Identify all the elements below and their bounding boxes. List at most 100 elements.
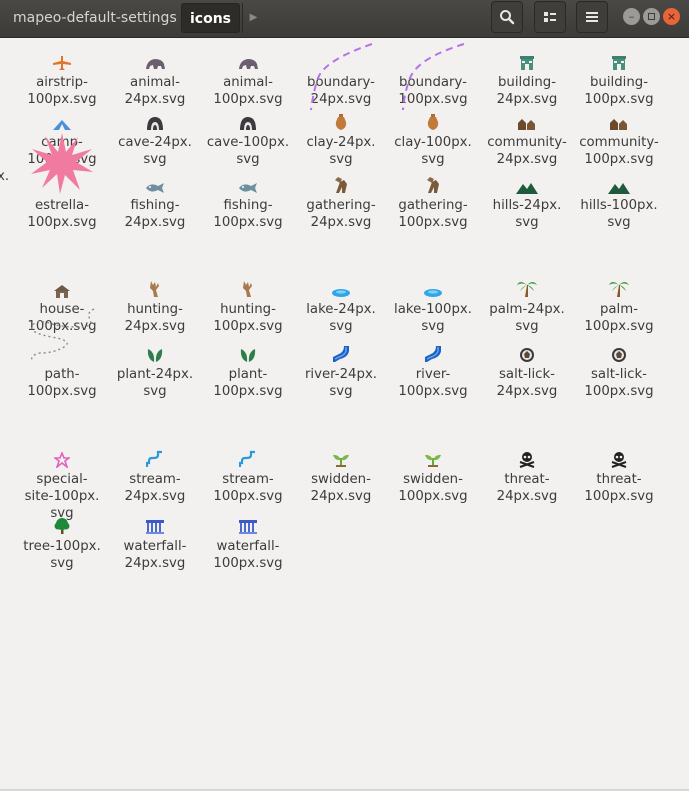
file-name-label: hills-24px. svg — [492, 198, 562, 230]
house-icon-graphic — [54, 285, 70, 298]
file-name-label: estrella- 100px.svg — [27, 198, 97, 230]
file-item[interactable]: swidden- 24px.svg — [295, 446, 387, 505]
menu-button[interactable] — [576, 1, 608, 33]
file-item[interactable]: hunting- 24px.svg — [109, 276, 201, 335]
lake-icon-graphic — [332, 289, 350, 297]
salt-lick-icon — [573, 341, 665, 363]
file-name-label: waterfall- 100px.svg — [213, 539, 283, 571]
plant-icon-graphic — [240, 349, 256, 362]
fishing-icon — [202, 172, 294, 194]
lake-icon — [295, 276, 387, 298]
file-item[interactable]: special- site-100px. svg — [16, 446, 108, 522]
file-name-label: threat- 100px.svg — [584, 472, 654, 504]
minimize-icon: – — [628, 10, 635, 23]
file-name-label: hunting- 24px.svg — [124, 302, 186, 334]
file-item[interactable]: lake-100px. svg — [387, 276, 479, 335]
file-name-label: river-24px. svg — [304, 367, 378, 399]
file-grid: airstrip- 100px.svg animal- 24px.svg anima… — [0, 38, 689, 791]
gathering-icon — [295, 172, 387, 194]
tree-icon — [16, 513, 108, 535]
file-item[interactable]: fishing- 24px.svg — [109, 172, 201, 231]
partial-label-left[interactable]: . — [0, 443, 1, 458]
file-item[interactable]: stream- 100px.svg — [202, 446, 294, 505]
file-name-label: fishing- 100px.svg — [213, 198, 283, 230]
hills-icon-graphic — [516, 183, 538, 194]
file-name-label: salt-lick- 24px.svg — [496, 367, 558, 399]
file-item[interactable]: waterfall- 100px.svg — [202, 513, 294, 572]
file-item[interactable]: swidden- 100px.svg — [387, 446, 479, 505]
close-icon: × — [666, 10, 677, 23]
salt-lick-icon-graphic — [612, 348, 626, 362]
file-item[interactable]: river- 100px.svg — [387, 341, 479, 400]
file-name-label: lake-24px. svg — [306, 302, 376, 334]
file-item[interactable]: palm- 100px.svg — [573, 276, 665, 335]
stream-icon — [109, 446, 201, 468]
file-item[interactable]: salt-lick- 24px.svg — [481, 341, 573, 400]
path-icon-graphic — [30, 308, 95, 362]
file-item[interactable]: gathering- 24px.svg — [295, 172, 387, 231]
file-name-label: swidden- 24px.svg — [310, 472, 372, 504]
file-name-label: hunting- 100px.svg — [213, 302, 283, 334]
special-site-icon — [16, 446, 108, 468]
file-name-label: salt-lick- 100px.svg — [584, 367, 654, 399]
file-name-label: cave-100px. svg — [206, 135, 290, 167]
tree-icon-graphic — [54, 518, 70, 534]
file-item[interactable]: plant- 100px.svg — [202, 341, 294, 400]
river-icon-graphic — [333, 346, 349, 362]
file-item[interactable]: fishing- 100px.svg — [202, 172, 294, 231]
river-icon-graphic — [425, 346, 441, 362]
file-item[interactable]: plant-24px. svg — [109, 341, 201, 400]
gathering-icon-graphic — [427, 177, 439, 193]
hunting-icon — [202, 276, 294, 298]
file-item[interactable]: path- 100px.svg — [16, 301, 108, 400]
hunting-icon-graphic — [150, 281, 159, 297]
file-item[interactable]: waterfall- 24px.svg — [109, 513, 201, 572]
gathering-icon — [387, 172, 479, 194]
file-item[interactable]: hunting- 100px.svg — [202, 276, 294, 335]
swidden-icon — [295, 446, 387, 468]
estrella-icon-graphic — [31, 133, 93, 194]
palm-icon-graphic — [609, 282, 629, 297]
file-item[interactable]: palm-24px. svg — [481, 276, 573, 335]
search-button[interactable] — [491, 1, 523, 33]
partial-label-left[interactable]: x. — [0, 169, 9, 184]
file-item[interactable]: lake-24px. svg — [295, 276, 387, 335]
salt-lick-icon-graphic — [520, 348, 534, 362]
file-name-label: plant- 100px.svg — [213, 367, 283, 399]
file-name-label: stream- 24px.svg — [124, 472, 186, 504]
file-name-label: plant-24px. svg — [116, 367, 194, 399]
file-item[interactable]: hills-24px. svg — [481, 172, 573, 231]
hunting-icon-graphic — [243, 281, 252, 297]
file-item[interactable]: hills-100px. svg — [573, 172, 665, 231]
house-icon — [16, 276, 108, 298]
maximize-window-button[interactable] — [643, 8, 660, 25]
fishing-icon-graphic — [146, 183, 164, 193]
breadcrumb-next-button[interactable]: ▶ — [242, 3, 264, 33]
file-name-label: stream- 100px.svg — [213, 472, 283, 504]
breadcrumb-parent[interactable]: mapeo-default-settings — [0, 3, 180, 33]
file-item[interactable]: salt-lick- 100px.svg — [573, 341, 665, 400]
plant-icon — [202, 341, 294, 363]
file-item[interactable]: threat- 24px.svg — [481, 446, 573, 505]
threat-icon-graphic — [519, 452, 535, 468]
file-item[interactable]: gathering- 100px.svg — [387, 172, 479, 231]
swidden-icon-graphic — [425, 454, 441, 467]
palm-icon-graphic — [517, 282, 537, 297]
stream-icon-graphic — [146, 450, 162, 467]
path-icon — [16, 301, 108, 363]
hunting-icon — [109, 276, 201, 298]
view-toggle-icon — [544, 12, 556, 22]
file-item[interactable]: tree-100px. svg — [16, 513, 108, 572]
file-item[interactable]: stream- 24px.svg — [109, 446, 201, 505]
file-item[interactable]: river-24px. svg — [295, 341, 387, 400]
breadcrumb-current[interactable]: icons — [181, 3, 240, 33]
file-name-label: gathering- 100px.svg — [398, 198, 468, 230]
waterfall-icon-graphic — [146, 520, 164, 534]
hills-icon-graphic — [608, 183, 630, 194]
fishing-icon — [109, 172, 201, 194]
file-item[interactable]: threat- 100px.svg — [573, 446, 665, 505]
view-toggle-button[interactable] — [534, 1, 566, 33]
file-item[interactable]: estrella- 100px.svg — [16, 132, 108, 231]
minimize-window-button[interactable]: – — [623, 8, 640, 25]
close-window-button[interactable]: × — [663, 8, 680, 25]
